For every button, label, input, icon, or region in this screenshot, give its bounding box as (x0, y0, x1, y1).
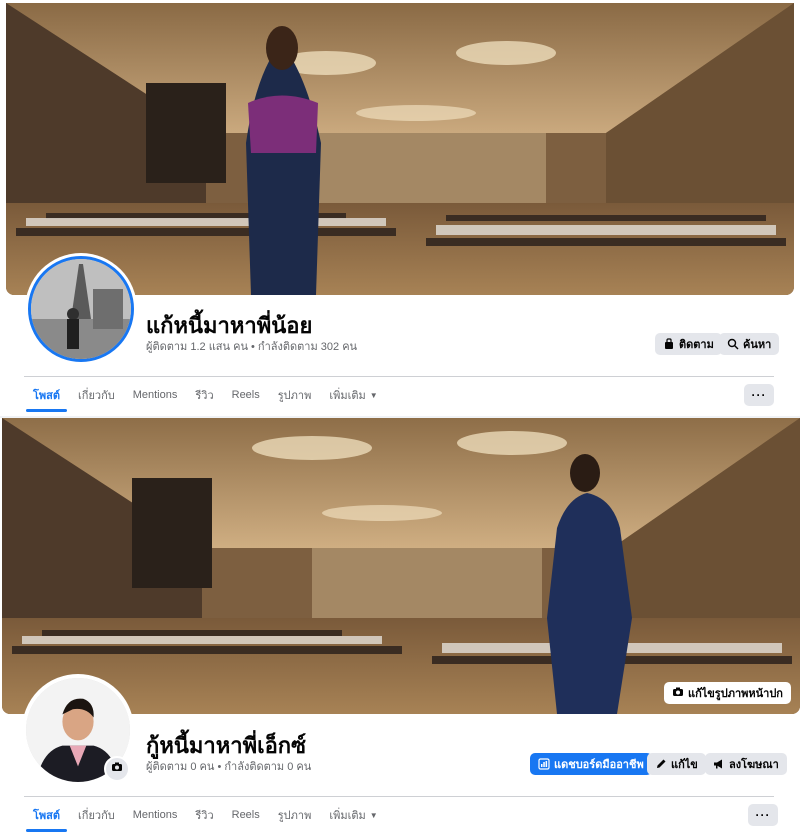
tab-reels[interactable]: Reels (223, 378, 269, 412)
follow-icon (665, 338, 673, 349)
cover-photo[interactable] (6, 3, 794, 295)
professional-dashboard-button[interactable]: แดชบอร์ดมืออาชีพ (530, 753, 652, 775)
advertise-label: ลงโฆษณา (729, 759, 779, 771)
dashboard-label: แดชบอร์ดมืออาชีพ (554, 759, 644, 771)
camera-icon (111, 760, 123, 778)
more-options-button[interactable]: ··· (748, 804, 778, 826)
follow-label: ติดตาม (679, 339, 714, 351)
tab-photos[interactable]: รูปภาพ (269, 378, 321, 412)
tab-reels[interactable]: Reels (223, 798, 269, 832)
tab-more[interactable]: เพิ่มเติม ▼ (320, 378, 386, 412)
change-profile-picture-button[interactable] (104, 756, 130, 782)
cover-photo[interactable] (2, 418, 800, 714)
divider (24, 796, 774, 797)
edit-button[interactable]: แก้ไข (647, 753, 706, 775)
search-button[interactable]: ค้นหา (719, 333, 780, 355)
megaphone-icon (714, 759, 722, 769)
tab-mentions[interactable]: Mentions (124, 378, 187, 412)
search-label: ค้นหา (743, 339, 772, 351)
camera-icon (672, 686, 684, 701)
follow-button[interactable]: ติดตาม (655, 333, 722, 355)
follower-stats: ผู้ติดตาม 1.2 แสน คน • กำลังติดตาม 302 ค… (146, 341, 358, 353)
advertise-button[interactable]: ลงโฆษณา (705, 753, 787, 775)
tab-photos[interactable]: รูปภาพ (269, 798, 321, 832)
tab-posts[interactable]: โพสต์ (24, 798, 69, 832)
tab-about[interactable]: เกี่ยวกับ (69, 378, 124, 412)
follower-stats: ผู้ติดตาม 0 คน • กำลังติดตาม 0 คน (146, 761, 312, 773)
profile-panel-1: แก้หนี้มาหาพี่น้อย ผู้ติดตาม 1.2 แสน คน … (0, 0, 800, 416)
tab-mentions[interactable]: Mentions (124, 798, 187, 832)
tab-reviews[interactable]: รีวิว (186, 798, 222, 832)
tab-more[interactable]: เพิ่มเติม ▼ (320, 798, 386, 832)
profile-tabs: โพสต์ เกี่ยวกับ Mentions รีวิว Reels รูป… (24, 378, 387, 412)
tab-posts[interactable]: โพสต์ (24, 378, 69, 412)
more-options-button[interactable]: ··· (744, 384, 774, 406)
edit-label: แก้ไข (671, 759, 698, 771)
edit-cover-label: แก้ไขรูปภาพหน้าปก (688, 688, 783, 700)
profile-picture[interactable] (28, 256, 134, 362)
divider (24, 376, 774, 377)
tab-reviews[interactable]: รีวิว (186, 378, 222, 412)
search-icon (727, 338, 739, 350)
profile-tabs: โพสต์ เกี่ยวกับ Mentions รีวิว Reels รูป… (24, 798, 387, 832)
profile-panel-2: แก้ไขรูปภาพหน้าปก กู้หนี้มาหาพี่เอ็กซ์ ผ… (0, 418, 800, 835)
caret-down-icon: ▼ (369, 390, 378, 400)
chart-icon (538, 758, 550, 770)
pencil-icon (657, 759, 666, 768)
caret-down-icon: ▼ (369, 810, 378, 820)
tab-about[interactable]: เกี่ยวกับ (69, 798, 124, 832)
edit-cover-photo-button[interactable]: แก้ไขรูปภาพหน้าปก (664, 682, 791, 704)
